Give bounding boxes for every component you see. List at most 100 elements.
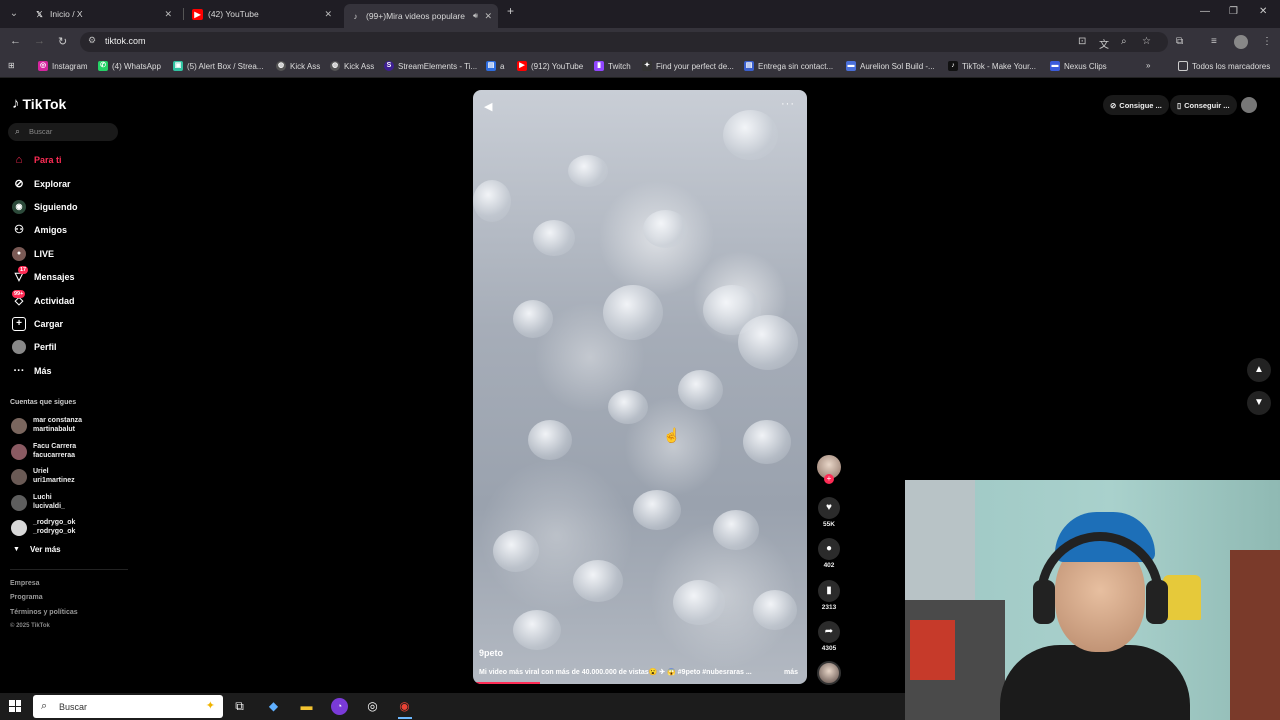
globe-icon: ◍ [276,61,286,71]
footer-link[interactable]: Programa [10,594,43,601]
messenger-icon[interactable]: ◔ [331,698,348,715]
bookmark-a[interactable]: ▤ a [486,61,504,71]
previous-video-button[interactable]: ▲ [1247,358,1271,382]
reload-icon[interactable]: ↻ [58,35,67,48]
comment-button[interactable]: ● 402 [817,538,841,569]
next-video-button[interactable]: ▼ [1247,391,1271,415]
mute-icon[interactable]: ◀︎ [484,100,492,113]
followed-account[interactable]: Luchi lucivaldi_ [11,493,65,511]
search-input[interactable]: ⌕ Buscar [8,123,118,141]
bookmarks-overflow-icon[interactable]: » [1146,61,1150,70]
bookmark-whatsapp[interactable]: ✆ (4) WhatsApp [98,61,161,71]
share-button[interactable]: ➦ 4305 [817,621,841,652]
all-bookmarks[interactable]: Todos los marcadores [1178,61,1270,71]
windows-start-icon[interactable] [9,700,21,712]
extensions-icon[interactable]: ⧉ [1176,36,1183,47]
bookmark-nexus[interactable]: ▬ Nexus Clips [1050,61,1107,71]
messages-badge: 17 [18,266,29,274]
apps-icon[interactable]: ⊞ [8,61,15,70]
bookmark-aurelion[interactable]: ▬ Aurelion Sol Build -... [846,61,935,71]
see-more-button[interactable]: ▼ Ver más [13,545,61,554]
nav-cargar[interactable]: + Cargar [12,316,63,332]
nav-perfil[interactable]: Perfil [12,339,57,355]
minimize-icon[interactable]: — [1200,6,1210,17]
back-icon[interactable]: ← [10,35,21,47]
followed-account[interactable]: mar constanza martinabalut [11,416,82,434]
taskbar-search-input[interactable]: ⌕ Buscar ✦ [33,695,223,718]
tab-youtube[interactable]: ▶ (42) YouTube ✕ [186,4,338,24]
nav-mas[interactable]: ··· Más [12,363,52,379]
file-explorer-icon[interactable]: ▬ [298,698,315,715]
obs-icon[interactable]: ◎ [364,698,381,715]
caption-more-link[interactable]: más [784,669,798,676]
close-icon[interactable]: ✕ [484,11,492,22]
speaker-icon[interactable]: 🔊︎ [473,11,478,21]
follow-plus-icon[interactable]: + [824,474,834,484]
bookmark-instagram[interactable]: ◎ Instagram [38,61,88,71]
footer-link[interactable]: Empresa [10,580,40,587]
url-field[interactable]: ⚙ tiktok.com [80,32,1168,52]
save-count: 2313 [821,604,837,611]
live-icon: ● [12,247,26,261]
task-view-icon[interactable]: ⧉ [231,698,248,715]
footer-link[interactable]: Términos y políticas [10,609,78,616]
forward-icon[interactable]: → [34,35,45,47]
star-icon[interactable]: ☆ [1142,36,1151,47]
folder-icon: ▤ [486,61,496,71]
chrome-icon[interactable]: ◉ [396,698,413,715]
restore-icon[interactable]: ❐ [1229,6,1238,17]
video-username[interactable]: 9peto [479,648,503,658]
nav-mensajes[interactable]: ▽ 17 Mensajes [12,266,75,285]
instagram-icon: ◎ [38,61,48,71]
nav-live[interactable]: ● LIVE [12,246,54,262]
tab-x[interactable]: 𝕏 Inicio / X ✕ [28,4,178,24]
bookmark-alertbox[interactable]: ▣ (5) Alert Box / Strea... [173,61,263,71]
chevron-down-icon: ▼ [1254,397,1264,408]
window-close-icon[interactable]: ✕ [1259,6,1267,17]
followed-account[interactable]: Uriel uri1martinez [11,467,75,485]
nav-para-ti[interactable]: ⌂ Para ti [12,152,62,168]
new-tab-button[interactable]: + [507,4,514,18]
chevron-up-icon: ▲ [1254,364,1264,375]
bookmark-entrega[interactable]: ▤ Entrega sin contact... [744,61,833,71]
video-player[interactable]: ◀︎ ··· 9peto Mi video más viral con más … [473,90,807,684]
site-info-icon[interactable]: ⚙ [88,35,96,46]
nav-actividad[interactable]: ◇ 99+ Actividad [12,290,75,309]
chevron-down-icon: ▼ [13,546,20,553]
zoom-icon[interactable]: ⌕ [1121,36,1127,47]
user-avatar[interactable] [1241,97,1257,113]
nav-siguiendo[interactable]: ◉ Siguiendo [12,199,78,215]
more-icon: ··· [13,365,25,377]
install-app-icon[interactable]: ⊡ [1078,36,1086,47]
tab-title: (42) YouTube [208,9,259,19]
copilot-icon[interactable]: ◆ [265,698,282,715]
tab-search-icon[interactable]: ⌄ [6,6,22,22]
like-button[interactable]: ♥ 55K [817,497,841,528]
bookmark-kickass-1[interactable]: ◍ Kick Ass [276,61,320,71]
close-icon[interactable]: ✕ [324,9,332,20]
video-progress-bar[interactable] [473,682,540,684]
get-app-button[interactable]: ⊘ Consigue ... [1103,95,1169,115]
nav-amigos[interactable]: ⚇ Amigos [12,222,67,238]
menu-dots-icon[interactable]: ⋮ [1262,36,1272,47]
followed-account[interactable]: Facu Carrera facucarreraa [11,442,76,460]
save-button[interactable]: ▮ 2313 [817,580,841,611]
bookmark-streamelements[interactable]: S StreamElements - Ti... [384,61,477,71]
followed-account[interactable]: _rodrygo_ok _rodrygo_ok [11,518,75,536]
bookmark-twitch[interactable]: ▮ Twitch [594,61,631,71]
tiktok-logo[interactable]: ♪ TikTok [12,95,66,112]
bookmark-youtube[interactable]: ▶ (912) YouTube [517,61,583,71]
tab-tiktok[interactable]: ♪ (99+)Mira videos populare 🔊︎ ✕ [344,4,498,28]
bookmark-find-perfect[interactable]: ✦ Find your perfect de... [642,61,734,71]
music-disc[interactable] [817,661,841,685]
translate-icon[interactable]: 文 [1099,36,1109,51]
profile-avatar-icon[interactable] [1234,35,1248,49]
bookmark-tiktok[interactable]: ♪ TikTok - Make Your... [948,61,1036,71]
close-icon[interactable]: ✕ [164,9,172,20]
more-options-icon[interactable]: ··· [781,98,795,110]
tiktok-icon: ♪ [353,11,358,21]
media-icon[interactable]: ≡ [1211,36,1217,47]
bookmark-kickass-2[interactable]: ◍ Kick Ass [330,61,374,71]
nav-explorar[interactable]: ⊘ Explorar [12,176,70,192]
get-coins-button[interactable]: ▯ Conseguir ... [1170,95,1237,115]
